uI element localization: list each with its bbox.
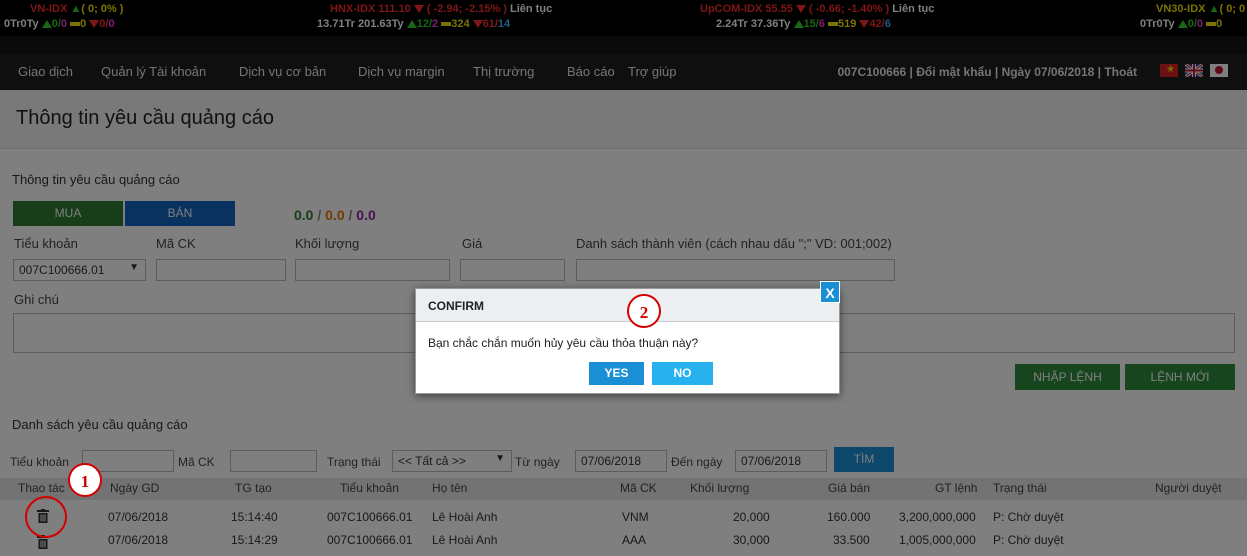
dialog-title: CONFIRM bbox=[428, 299, 484, 313]
modal-backdrop[interactable] bbox=[0, 0, 1247, 556]
annotation-marker-1: 1 bbox=[68, 463, 102, 497]
yes-button[interactable]: YES bbox=[589, 362, 644, 385]
dialog-message: Bạn chắc chắn muốn hủy yêu cầu thỏa thuậ… bbox=[428, 336, 699, 350]
annotation-circle bbox=[25, 496, 67, 538]
annotation-marker-2: 2 bbox=[627, 294, 661, 328]
no-button[interactable]: NO bbox=[652, 362, 713, 385]
dialog-close-button[interactable]: X bbox=[820, 281, 840, 303]
